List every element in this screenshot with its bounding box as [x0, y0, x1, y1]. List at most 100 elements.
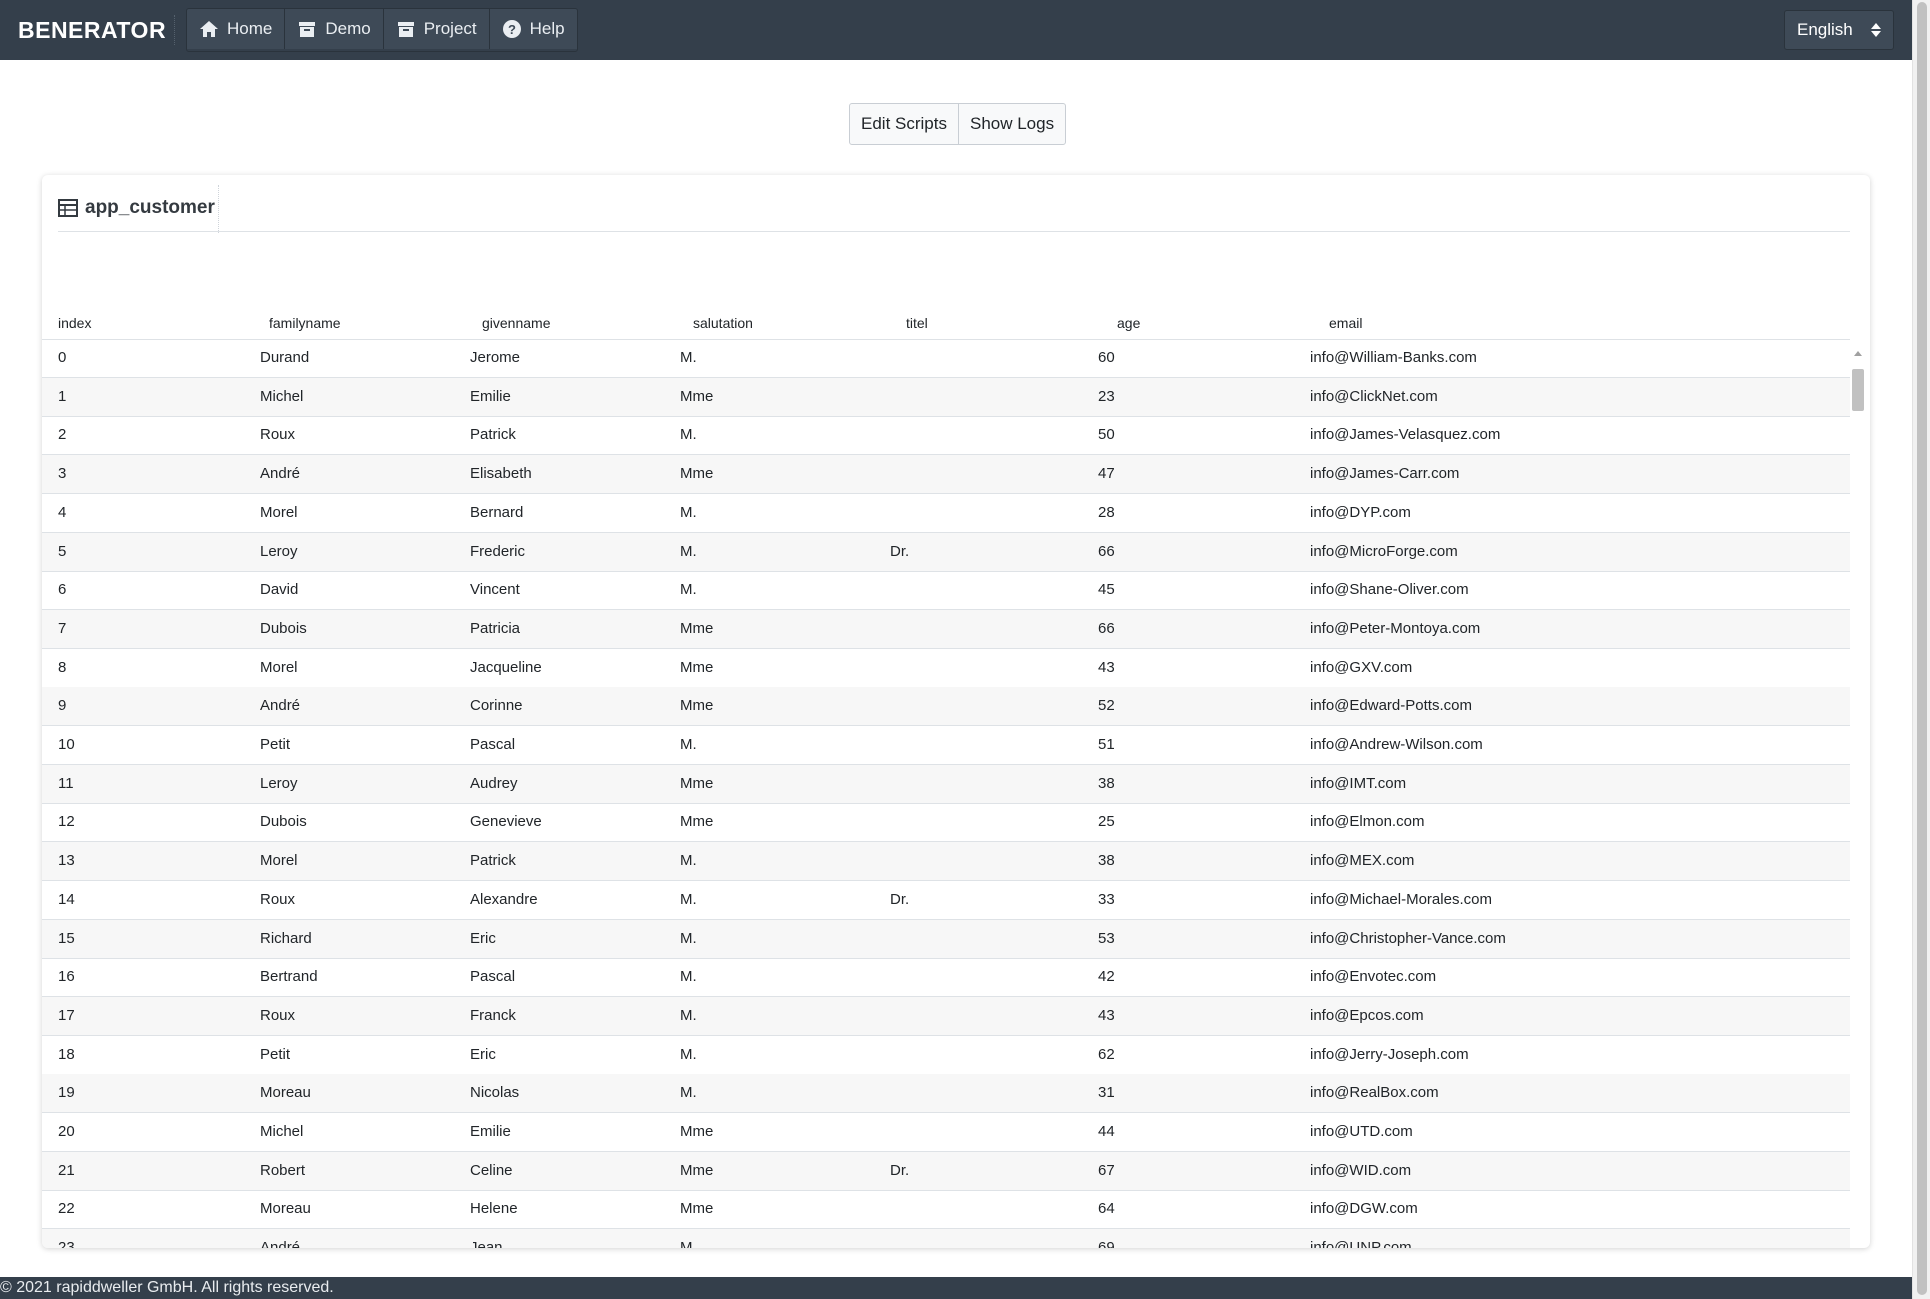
cell-index: 20 [58, 1123, 75, 1140]
table-row[interactable]: 13 Morel Patrick M. 38 info@MEX.com [42, 842, 1850, 882]
column-header-index[interactable]: index [58, 315, 91, 331]
cell-givenname: Nicolas [470, 1084, 520, 1102]
cell-givenname: Vincent [470, 581, 520, 599]
cell-age: 66 [1098, 542, 1115, 560]
table-row[interactable]: 12 Dubois Genevieve Mme 25 info@Elmon.com [42, 803, 1850, 843]
window-scrollbar[interactable] [1912, 0, 1930, 1299]
nav-home-button[interactable]: Home [187, 9, 286, 49]
nav-project-label: Project [423, 19, 477, 38]
table-row[interactable]: 5 Leroy Frederic M. Dr. 66 info@MicroForge.com [42, 532, 1850, 572]
cell-index: 1 [58, 387, 67, 405]
cell-givenname: Patricia [470, 619, 521, 637]
cell-salutation: Mme [680, 697, 714, 715]
cell-age: 60 [1098, 349, 1115, 366]
cell-salutation: Mme [680, 1123, 714, 1140]
cell-familyname: Roux [260, 1006, 296, 1024]
cell-email: info@James-Velasquez.com [1310, 426, 1501, 444]
column-header-givenname[interactable]: givenname [482, 315, 551, 331]
table-row[interactable]: 19 Moreau Nicolas M. 31 info@RealBox.com [42, 1074, 1850, 1114]
column-header-titel[interactable]: titel [906, 315, 928, 331]
scroll-up-arrow-icon[interactable] [1854, 351, 1862, 356]
table-row[interactable]: 0 Durand Jerome M. 60 info@William-Banks.com [42, 339, 1850, 378]
select-arrows-icon [1871, 23, 1881, 37]
cell-age: 38 [1098, 774, 1115, 792]
cell-givenname: Alexandre [470, 890, 538, 908]
cell-familyname: Morel [260, 503, 298, 521]
nav-demo-button[interactable]: Demo [285, 9, 384, 49]
table-row[interactable]: 21 Robert Celine Mme Dr. 67 info@WID.com [42, 1151, 1850, 1191]
cell-salutation: M. [680, 1084, 697, 1102]
table-body[interactable]: 0 Durand Jerome M. 60 info@William-Banks.com 1… [42, 339, 1850, 1248]
table-row[interactable]: 22 Moreau Helene Mme 64 info@DGW.com [42, 1190, 1850, 1230]
cell-index: 19 [58, 1084, 75, 1102]
title-divider [218, 185, 219, 233]
table-row[interactable]: 14 Roux Alexandre M. Dr. 33 info@Michael-Moral… [42, 881, 1850, 920]
edit-scripts-button[interactable]: Edit Scripts [850, 104, 958, 144]
cell-familyname: Petit [260, 1045, 291, 1063]
language-select[interactable]: English [1784, 10, 1894, 50]
table-row[interactable]: 7 Dubois Patricia Mme 66 info@Peter-Montoya.c… [42, 609, 1850, 649]
cell-salutation: M. [680, 1006, 697, 1024]
home-icon [200, 21, 218, 37]
table-row[interactable]: 2 Roux Patrick M. 50 info@James-Velasquez.com [42, 416, 1850, 456]
table-title-text: app_customer [85, 197, 215, 218]
archive-icon [299, 22, 316, 37]
column-header-email[interactable]: email [1329, 315, 1362, 331]
cell-age: 28 [1098, 503, 1115, 521]
cell-givenname: Genevieve [470, 813, 542, 831]
cell-salutation: Mme [680, 465, 714, 483]
cell-familyname: Leroy [260, 774, 298, 792]
cell-email: info@Peter-Montoya.com [1310, 619, 1481, 637]
table-scrollbar[interactable] [1850, 347, 1866, 1247]
table-row[interactable]: 4 Morel Bernard M. 28 info@DYP.com [42, 494, 1850, 533]
cell-index: 9 [58, 697, 67, 715]
cell-salutation: M. [680, 581, 697, 599]
column-header-familyname[interactable]: familyname [269, 315, 341, 331]
nav-project-button[interactable]: Project [383, 9, 490, 49]
cell-salutation: M. [680, 426, 697, 444]
cell-givenname: Patrick [470, 426, 516, 444]
cell-age: 25 [1098, 813, 1115, 831]
table-row[interactable]: 18 Petit Eric M. 62 info@Jerry-Joseph.com [42, 1036, 1850, 1075]
table-row[interactable]: 6 David Vincent M. 45 info@Shane-Oliver.com [42, 571, 1850, 611]
table-row[interactable]: 9 André Corinne Mme 52 info@Edward-Potts.com [42, 687, 1850, 727]
table-scrollbar-thumb[interactable] [1852, 369, 1864, 411]
table-row[interactable]: 10 Petit Pascal M. 51 info@Andrew-Wilson.com [42, 726, 1850, 765]
cell-age: 31 [1098, 1084, 1115, 1102]
cell-index: 10 [58, 736, 75, 753]
nav-demo-label: Demo [325, 19, 371, 38]
table-row[interactable]: 17 Roux Franck M. 43 info@Epcos.com [42, 996, 1850, 1036]
table-row[interactable]: 11 Leroy Audrey Mme 38 info@IMT.com [42, 764, 1850, 804]
cell-index: 3 [58, 465, 67, 483]
cell-index: 22 [58, 1200, 75, 1218]
show-logs-button[interactable]: Show Logs [957, 104, 1065, 144]
cell-familyname: Moreau [260, 1084, 311, 1102]
nav-help-button[interactable]: ? Help [489, 9, 577, 49]
table-row[interactable]: 3 André Elisabeth Mme 47 info@James-Carr.com [42, 455, 1850, 495]
cell-index: 14 [58, 890, 75, 908]
cell-familyname: Moreau [260, 1200, 311, 1218]
brand-logo[interactable]: BENERATOR [0, 17, 174, 44]
cell-email: info@GXV.com [1310, 658, 1413, 676]
cell-salutation: M. [680, 542, 697, 560]
cell-email: info@ClickNet.com [1310, 387, 1438, 405]
cell-email: info@Michael-Morales.com [1310, 890, 1492, 908]
column-header-age[interactable]: age [1117, 315, 1140, 331]
cell-age: 67 [1098, 1161, 1115, 1179]
table-title: app_customer [58, 197, 215, 219]
table-row[interactable]: 16 Bertrand Pascal M. 42 info@Envotec.com [42, 958, 1850, 998]
cell-age: 42 [1098, 968, 1115, 986]
column-header-salutation[interactable]: salutation [693, 315, 753, 331]
table-row[interactable]: 8 Morel Jacqueline Mme 43 info@GXV.com [42, 649, 1850, 688]
cell-givenname: Pascal [470, 968, 516, 986]
table-row[interactable]: 20 Michel Emilie Mme 44 info@UTD.com [42, 1113, 1850, 1152]
cell-givenname: Pascal [470, 736, 516, 753]
footer: © 2021 rapiddweller GmbH. All rights res… [0, 1277, 1912, 1299]
table-row[interactable]: 23 André Jean M. 69 info@UNP.com [42, 1229, 1850, 1248]
cell-email: info@Jerry-Joseph.com [1310, 1045, 1469, 1063]
cell-salutation: Mme [680, 658, 714, 676]
cell-age: 38 [1098, 852, 1115, 870]
table-row[interactable]: 15 Richard Eric M. 53 info@Christopher-Vance.… [42, 919, 1850, 959]
table-row[interactable]: 1 Michel Emilie Mme 23 info@ClickNet.com [42, 377, 1850, 417]
cell-age: 64 [1098, 1200, 1115, 1218]
